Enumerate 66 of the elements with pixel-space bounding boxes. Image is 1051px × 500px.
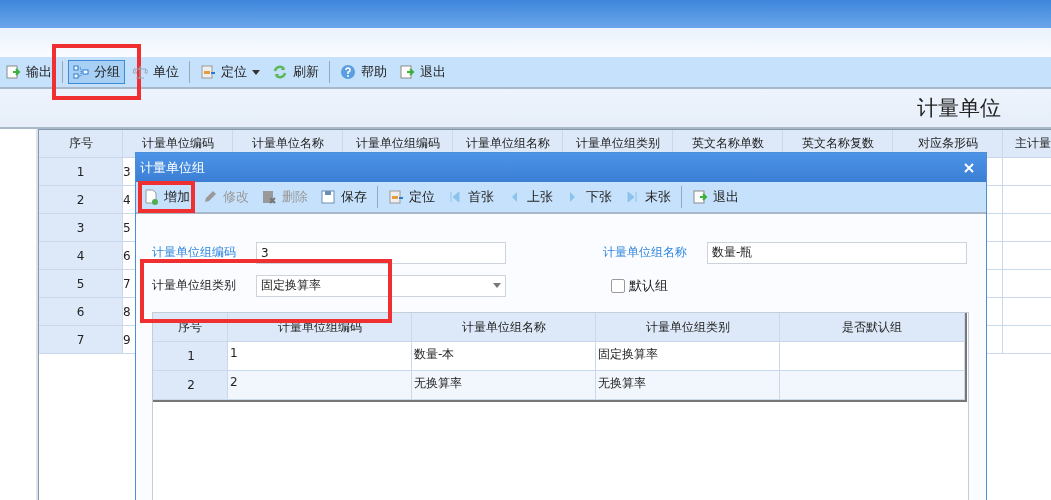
page-title: 计量单位 xyxy=(917,95,1001,122)
table-cell: 5 xyxy=(123,220,131,235)
help-icon xyxy=(340,64,356,80)
table-cell-text: 无换算率 xyxy=(413,375,462,392)
row-number: 1 xyxy=(39,158,123,185)
last-record-icon xyxy=(624,189,640,205)
locate-icon xyxy=(388,189,404,205)
toolbar-button[interactable]: 上张 xyxy=(501,185,558,209)
exit-icon xyxy=(399,64,415,80)
table-cell-text: 无换算率 xyxy=(597,375,646,392)
table-cell: 6 xyxy=(123,248,131,263)
table-cell: 8 xyxy=(123,304,131,319)
row-number: 1 xyxy=(186,349,195,363)
toolbar-button[interactable]: 退出 xyxy=(394,60,451,84)
delete-icon xyxy=(261,189,277,205)
close-icon[interactable] xyxy=(964,162,974,173)
save-icon xyxy=(320,189,336,205)
toolbar-button[interactable]: 分组 xyxy=(68,60,125,84)
toolbar-button[interactable]: 单位 xyxy=(127,60,184,84)
table-cell: 7 xyxy=(123,276,131,291)
pencil-icon xyxy=(202,189,218,205)
new-document-icon xyxy=(143,189,159,205)
toolbar-button[interactable]: 定位 xyxy=(195,60,265,84)
field-label: 计量单位组编码 xyxy=(152,244,237,261)
toolbar-button[interactable]: 保存 xyxy=(315,185,372,209)
toolbar-button[interactable]: 首张 xyxy=(442,185,499,209)
caret-icon[interactable] xyxy=(252,69,260,75)
field-label: 计量单位组类别 xyxy=(152,277,237,294)
caret-icon[interactable] xyxy=(493,283,501,288)
column-header[interactable]: 主计量 xyxy=(1003,130,1051,157)
group-icon xyxy=(73,64,89,80)
table-cell: 4 xyxy=(123,192,131,207)
export-icon xyxy=(5,64,21,80)
exit-icon xyxy=(692,189,708,205)
table-cell-text: 固定换算率 xyxy=(597,346,658,363)
toolbar-button[interactable]: 刷新 xyxy=(267,60,324,84)
row-number: 3 xyxy=(39,214,123,241)
toolbar-button[interactable]: 输出 xyxy=(0,60,57,84)
scale-icon xyxy=(132,64,148,80)
field-label: 计量单位组名称 xyxy=(603,244,688,261)
row-number: 7 xyxy=(39,326,123,353)
toolbar-button[interactable]: 退出 xyxy=(687,185,744,209)
toolbar-button[interactable]: 下张 xyxy=(560,185,617,209)
column-header[interactable]: 序号 xyxy=(39,130,123,157)
row-number: 5 xyxy=(39,270,123,297)
checkbox[interactable]: 默认组 xyxy=(611,276,668,295)
input-field[interactable]: 3 xyxy=(256,241,506,264)
row-number: 4 xyxy=(39,242,123,269)
toolbar-button[interactable]: 帮助 xyxy=(335,60,392,84)
row-number: 2 xyxy=(186,378,195,392)
table-cell-text: 数量-本 xyxy=(413,346,455,363)
input-field[interactable]: 数量-瓶 xyxy=(707,241,967,264)
toolbar-button[interactable]: 末张 xyxy=(619,185,676,209)
dropdown-field[interactable]: 固定换算率 xyxy=(256,274,506,297)
table-cell: 3 xyxy=(123,164,131,179)
toolbar-button[interactable]: 定位 xyxy=(383,185,440,209)
table-cell-text: 1 xyxy=(229,346,238,360)
table-cell-text: 2 xyxy=(229,375,238,389)
row-number: 6 xyxy=(39,298,123,325)
row-number: 2 xyxy=(39,186,123,213)
refresh-icon xyxy=(272,64,288,80)
table-cell: 9 xyxy=(123,332,131,347)
toolbar-button[interactable]: 增加 xyxy=(138,181,195,213)
locate-icon xyxy=(200,64,216,80)
dialog-title: 计量单位组 xyxy=(140,158,205,177)
first-record-icon xyxy=(447,189,463,205)
